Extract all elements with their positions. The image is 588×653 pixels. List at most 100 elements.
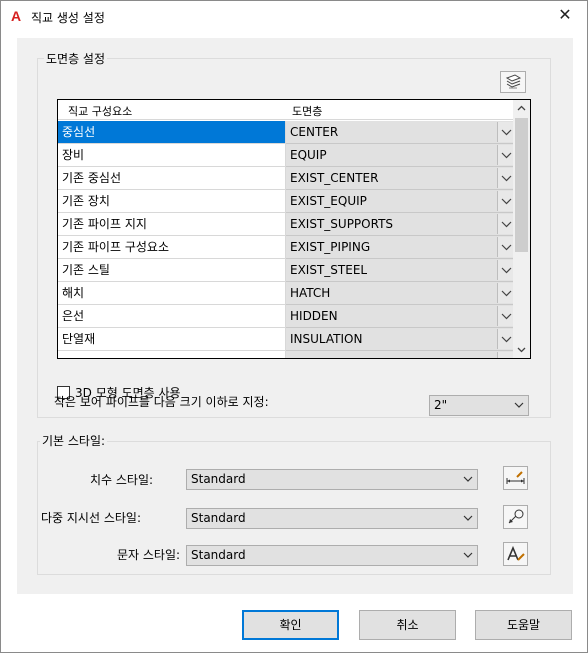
mleader-style-select[interactable]: Standard bbox=[186, 508, 478, 529]
layer-select-cell[interactable]: EXIST_PIPING bbox=[286, 236, 514, 259]
layer-value: CENTER bbox=[290, 125, 339, 139]
layer-value: EQUIP bbox=[290, 148, 327, 162]
layer-value: HIDDEN bbox=[290, 309, 338, 323]
title-bar: A 직교 생성 설정 ✕ bbox=[1, 1, 587, 32]
layer-select-cell[interactable]: HATCH bbox=[286, 282, 514, 305]
dim-style-label: 치수 스타일: bbox=[90, 473, 154, 487]
small-bore-size-value: 2" bbox=[434, 398, 448, 412]
scroll-thumb[interactable] bbox=[515, 118, 528, 252]
component-name-cell[interactable]: 해치 bbox=[58, 282, 286, 305]
table-row[interactable]: 단열재 INSULATION bbox=[58, 328, 514, 351]
chevron-down-icon bbox=[463, 552, 473, 558]
layer-dropdown-button[interactable] bbox=[497, 145, 514, 165]
layer-select-cell[interactable]: EXIST_STEEL bbox=[286, 259, 514, 282]
component-name-cell[interactable]: 중심선 bbox=[58, 121, 286, 144]
mleader-style-label: 다중 지시선 스타일: bbox=[41, 511, 141, 525]
grid-header: 직교 구성요소 도면층 bbox=[58, 100, 514, 120]
component-name-cell[interactable]: 단열재 bbox=[58, 328, 286, 351]
layer-stack-icon bbox=[505, 74, 522, 89]
column-header-layer[interactable]: 도면층 bbox=[292, 103, 322, 119]
layer-dropdown-button[interactable] bbox=[497, 191, 514, 211]
table-row[interactable]: 기존 장치 EXIST_EQUIP bbox=[58, 190, 514, 213]
chevron-down-icon bbox=[463, 476, 473, 482]
dim-style-select[interactable]: Standard bbox=[186, 469, 478, 490]
layer-grid: 직교 구성요소 도면층 중심선 CENTER 장비 EQUIP 기존 중심선 EXIST_… bbox=[57, 99, 531, 359]
column-header-component[interactable]: 직교 구성요소 bbox=[68, 103, 132, 119]
chevron-up-icon bbox=[517, 105, 526, 111]
help-button[interactable]: 도움말 bbox=[475, 610, 572, 640]
table-row[interactable]: 기존 파이프 지지 EXIST_SUPPORTS bbox=[58, 213, 514, 236]
text-style-icon bbox=[507, 545, 525, 561]
autocad-app-icon: A bbox=[11, 8, 22, 24]
layer-dropdown-button[interactable] bbox=[497, 214, 514, 234]
layer-select-cell[interactable]: INSULATION bbox=[286, 328, 514, 351]
layer-dropdown-button[interactable] bbox=[497, 306, 514, 326]
chevron-down-icon bbox=[517, 347, 526, 353]
component-name-cell[interactable]: 기존 장치 bbox=[58, 190, 286, 213]
layer-value: HATCH bbox=[290, 286, 331, 300]
table-row[interactable] bbox=[58, 351, 514, 358]
scroll-up-button[interactable] bbox=[513, 100, 530, 117]
layer-dropdown-button[interactable] bbox=[497, 260, 514, 280]
text-style-label: 문자 스타일: bbox=[117, 548, 181, 562]
chevron-down-icon bbox=[463, 515, 473, 521]
small-bore-size-select[interactable]: 2" bbox=[429, 395, 529, 416]
component-name-cell[interactable]: 장비 bbox=[58, 144, 286, 167]
cancel-button[interactable]: 취소 bbox=[359, 610, 456, 640]
layer-select-cell[interactable]: EXIST_EQUIP bbox=[286, 190, 514, 213]
table-row[interactable]: 중심선 CENTER bbox=[58, 121, 514, 144]
component-name-cell[interactable]: 기존 스틸 bbox=[58, 259, 286, 282]
layer-dropdown-button[interactable] bbox=[497, 283, 514, 303]
table-row[interactable]: 은선 HIDDEN bbox=[58, 305, 514, 328]
dialog-window: A 직교 생성 설정 ✕ 도면층 설정 직교 구성요소 도면층 중심선 CENT… bbox=[0, 0, 588, 653]
scroll-down-button[interactable] bbox=[513, 341, 530, 358]
layer-select-cell[interactable] bbox=[286, 351, 514, 358]
ok-button[interactable]: 확인 bbox=[242, 610, 339, 640]
layer-value: EXIST_SUPPORTS bbox=[290, 217, 394, 231]
table-row[interactable]: 기존 스틸 EXIST_STEEL bbox=[58, 259, 514, 282]
layer-settings-label: 도면층 설정 bbox=[44, 50, 108, 67]
multileader-icon bbox=[508, 509, 524, 524]
layer-select-cell[interactable]: EQUIP bbox=[286, 144, 514, 167]
layer-value: EXIST_STEEL bbox=[290, 263, 368, 277]
table-row[interactable]: 해치 HATCH bbox=[58, 282, 514, 305]
dim-style-manager-button[interactable] bbox=[503, 466, 528, 490]
chevron-down-icon bbox=[514, 402, 524, 408]
component-name-cell[interactable] bbox=[58, 351, 286, 358]
layer-value: EXIST_EQUIP bbox=[290, 194, 367, 208]
layer-properties-button[interactable] bbox=[500, 71, 526, 93]
layer-select-cell[interactable]: CENTER bbox=[286, 121, 514, 144]
layer-value: EXIST_CENTER bbox=[290, 171, 379, 185]
default-styles-label: 기본 스타일: bbox=[40, 432, 108, 449]
text-style-value: Standard bbox=[191, 548, 246, 562]
close-button[interactable]: ✕ bbox=[555, 5, 575, 25]
small-bore-label: 작은 보어 파이프를 다음 크기 이하로 지정: bbox=[54, 395, 269, 409]
layer-dropdown-button[interactable] bbox=[497, 329, 514, 349]
layer-dropdown-button[interactable] bbox=[497, 352, 514, 358]
dialog-client-area: 도면층 설정 직교 구성요소 도면층 중심선 CENTER 장비 EQUIP 기존 중심… bbox=[17, 38, 573, 594]
mleader-style-value: Standard bbox=[191, 511, 246, 525]
table-row[interactable]: 기존 중심선 EXIST_CENTER bbox=[58, 167, 514, 190]
layer-dropdown-button[interactable] bbox=[497, 168, 514, 188]
text-style-manager-button[interactable] bbox=[503, 542, 528, 566]
layer-dropdown-button[interactable] bbox=[497, 122, 514, 142]
component-name-cell[interactable]: 은선 bbox=[58, 305, 286, 328]
layer-value: INSULATION bbox=[290, 332, 363, 346]
component-name-cell[interactable]: 기존 파이프 구성요소 bbox=[58, 236, 286, 259]
table-row[interactable]: 기존 파이프 구성요소 EXIST_PIPING bbox=[58, 236, 514, 259]
component-name-cell[interactable]: 기존 파이프 지지 bbox=[58, 213, 286, 236]
layer-dropdown-button[interactable] bbox=[497, 237, 514, 257]
layer-select-cell[interactable]: EXIST_SUPPORTS bbox=[286, 213, 514, 236]
component-name-cell[interactable]: 기존 중심선 bbox=[58, 167, 286, 190]
grid-scrollbar[interactable] bbox=[513, 100, 530, 358]
dim-style-value: Standard bbox=[191, 472, 246, 486]
table-row[interactable]: 장비 EQUIP bbox=[58, 144, 514, 167]
mleader-style-manager-button[interactable] bbox=[503, 505, 528, 529]
window-title: 직교 생성 설정 bbox=[31, 11, 105, 25]
text-style-select[interactable]: Standard bbox=[186, 545, 478, 566]
layer-select-cell[interactable]: HIDDEN bbox=[286, 305, 514, 328]
layer-select-cell[interactable]: EXIST_CENTER bbox=[286, 167, 514, 190]
dimension-icon bbox=[506, 471, 525, 484]
layer-value: EXIST_PIPING bbox=[290, 240, 371, 254]
layer-settings-group: 도면층 설정 직교 구성요소 도면층 중심선 CENTER 장비 EQUIP 기존 중심… bbox=[37, 50, 551, 418]
